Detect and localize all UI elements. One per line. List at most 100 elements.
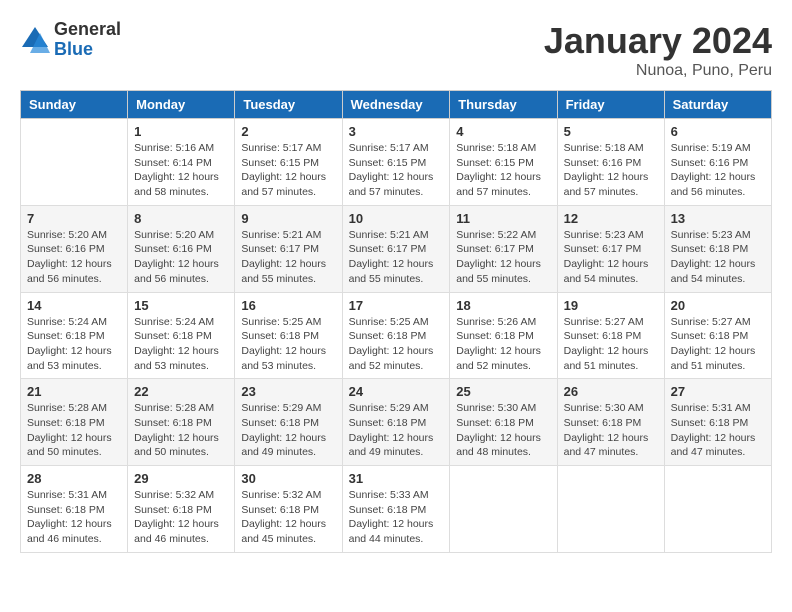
logo: General Blue bbox=[20, 20, 121, 60]
header-day-monday: Monday bbox=[128, 91, 235, 119]
day-info: Sunrise: 5:24 AM Sunset: 6:18 PM Dayligh… bbox=[27, 315, 121, 374]
day-info: Sunrise: 5:29 AM Sunset: 6:18 PM Dayligh… bbox=[241, 401, 335, 460]
header-row: SundayMondayTuesdayWednesdayThursdayFrid… bbox=[21, 91, 772, 119]
day-info: Sunrise: 5:32 AM Sunset: 6:18 PM Dayligh… bbox=[241, 488, 335, 547]
calendar-cell: 25 Sunrise: 5:30 AM Sunset: 6:18 PM Dayli… bbox=[450, 379, 557, 466]
header-day-friday: Friday bbox=[557, 91, 664, 119]
calendar-cell bbox=[664, 466, 771, 553]
day-number: 11 bbox=[456, 211, 550, 226]
day-info: Sunrise: 5:27 AM Sunset: 6:18 PM Dayligh… bbox=[671, 315, 765, 374]
header-day-tuesday: Tuesday bbox=[235, 91, 342, 119]
day-info: Sunrise: 5:18 AM Sunset: 6:15 PM Dayligh… bbox=[456, 141, 550, 200]
calendar-header: SundayMondayTuesdayWednesdayThursdayFrid… bbox=[21, 91, 772, 119]
day-number: 5 bbox=[564, 124, 658, 139]
day-number: 19 bbox=[564, 298, 658, 313]
day-number: 15 bbox=[134, 298, 228, 313]
header-day-sunday: Sunday bbox=[21, 91, 128, 119]
day-info: Sunrise: 5:20 AM Sunset: 6:16 PM Dayligh… bbox=[134, 228, 228, 287]
calendar-cell: 12 Sunrise: 5:23 AM Sunset: 6:17 PM Dayli… bbox=[557, 205, 664, 292]
day-info: Sunrise: 5:33 AM Sunset: 6:18 PM Dayligh… bbox=[349, 488, 444, 547]
day-number: 31 bbox=[349, 471, 444, 486]
week-row-2: 7 Sunrise: 5:20 AM Sunset: 6:16 PM Daylig… bbox=[21, 205, 772, 292]
day-info: Sunrise: 5:24 AM Sunset: 6:18 PM Dayligh… bbox=[134, 315, 228, 374]
day-info: Sunrise: 5:32 AM Sunset: 6:18 PM Dayligh… bbox=[134, 488, 228, 547]
calendar-cell: 11 Sunrise: 5:22 AM Sunset: 6:17 PM Dayli… bbox=[450, 205, 557, 292]
calendar-cell: 18Sunrise: 5:26 AM Sunset: 6:18 PM Dayli… bbox=[450, 292, 557, 379]
calendar-cell: 31 Sunrise: 5:33 AM Sunset: 6:18 PM Dayli… bbox=[342, 466, 450, 553]
day-info: Sunrise: 5:17 AM Sunset: 6:15 PM Dayligh… bbox=[241, 141, 335, 200]
day-info: Sunrise: 5:30 AM Sunset: 6:18 PM Dayligh… bbox=[564, 401, 658, 460]
day-info: Sunrise: 5:30 AM Sunset: 6:18 PM Dayligh… bbox=[456, 401, 550, 460]
day-info: Sunrise: 5:23 AM Sunset: 6:17 PM Dayligh… bbox=[564, 228, 658, 287]
day-number: 26 bbox=[564, 384, 658, 399]
calendar-cell: 7 Sunrise: 5:20 AM Sunset: 6:16 PM Daylig… bbox=[21, 205, 128, 292]
main-title: January 2024 bbox=[544, 20, 772, 62]
day-info: Sunrise: 5:19 AM Sunset: 6:16 PM Dayligh… bbox=[671, 141, 765, 200]
day-number: 27 bbox=[671, 384, 765, 399]
logo-icon bbox=[20, 25, 50, 55]
day-number: 13 bbox=[671, 211, 765, 226]
week-row-4: 21Sunrise: 5:28 AM Sunset: 6:18 PM Dayli… bbox=[21, 379, 772, 466]
calendar-cell: 9Sunrise: 5:21 AM Sunset: 6:17 PM Daylig… bbox=[235, 205, 342, 292]
header-day-wednesday: Wednesday bbox=[342, 91, 450, 119]
calendar-cell: 22 Sunrise: 5:28 AM Sunset: 6:18 PM Dayli… bbox=[128, 379, 235, 466]
day-number: 20 bbox=[671, 298, 765, 313]
day-info: Sunrise: 5:21 AM Sunset: 6:17 PM Dayligh… bbox=[241, 228, 335, 287]
calendar-cell: 6 Sunrise: 5:19 AM Sunset: 6:16 PM Daylig… bbox=[664, 119, 771, 206]
day-number: 2 bbox=[241, 124, 335, 139]
day-info: Sunrise: 5:29 AM Sunset: 6:18 PM Dayligh… bbox=[349, 401, 444, 460]
calendar-cell: 2 Sunrise: 5:17 AM Sunset: 6:15 PM Daylig… bbox=[235, 119, 342, 206]
day-number: 22 bbox=[134, 384, 228, 399]
calendar-body: 1Sunrise: 5:16 AM Sunset: 6:14 PM Daylig… bbox=[21, 119, 772, 553]
title-section: January 2024 Nunoa, Puno, Peru bbox=[544, 20, 772, 80]
calendar-cell: 13Sunrise: 5:23 AM Sunset: 6:18 PM Dayli… bbox=[664, 205, 771, 292]
calendar-cell: 24 Sunrise: 5:29 AM Sunset: 6:18 PM Dayli… bbox=[342, 379, 450, 466]
day-info: Sunrise: 5:31 AM Sunset: 6:18 PM Dayligh… bbox=[671, 401, 765, 460]
day-number: 17 bbox=[349, 298, 444, 313]
day-number: 3 bbox=[349, 124, 444, 139]
day-info: Sunrise: 5:28 AM Sunset: 6:18 PM Dayligh… bbox=[27, 401, 121, 460]
day-info: Sunrise: 5:22 AM Sunset: 6:17 PM Dayligh… bbox=[456, 228, 550, 287]
calendar-table: SundayMondayTuesdayWednesdayThursdayFrid… bbox=[20, 90, 772, 553]
calendar-cell: 14 Sunrise: 5:24 AM Sunset: 6:18 PM Dayli… bbox=[21, 292, 128, 379]
header-day-thursday: Thursday bbox=[450, 91, 557, 119]
day-number: 12 bbox=[564, 211, 658, 226]
day-number: 6 bbox=[671, 124, 765, 139]
week-row-3: 14 Sunrise: 5:24 AM Sunset: 6:18 PM Dayli… bbox=[21, 292, 772, 379]
calendar-cell: 8 Sunrise: 5:20 AM Sunset: 6:16 PM Daylig… bbox=[128, 205, 235, 292]
day-info: Sunrise: 5:25 AM Sunset: 6:18 PM Dayligh… bbox=[349, 315, 444, 374]
day-number: 18 bbox=[456, 298, 550, 313]
day-number: 14 bbox=[27, 298, 121, 313]
calendar-cell bbox=[450, 466, 557, 553]
subtitle: Nunoa, Puno, Peru bbox=[544, 62, 772, 80]
calendar-cell: 17 Sunrise: 5:25 AM Sunset: 6:18 PM Dayli… bbox=[342, 292, 450, 379]
day-number: 24 bbox=[349, 384, 444, 399]
page-header: General Blue January 2024 Nunoa, Puno, P… bbox=[20, 20, 772, 80]
day-info: Sunrise: 5:28 AM Sunset: 6:18 PM Dayligh… bbox=[134, 401, 228, 460]
day-number: 7 bbox=[27, 211, 121, 226]
calendar-cell: 26 Sunrise: 5:30 AM Sunset: 6:18 PM Dayli… bbox=[557, 379, 664, 466]
day-number: 29 bbox=[134, 471, 228, 486]
day-info: Sunrise: 5:21 AM Sunset: 6:17 PM Dayligh… bbox=[349, 228, 444, 287]
week-row-1: 1Sunrise: 5:16 AM Sunset: 6:14 PM Daylig… bbox=[21, 119, 772, 206]
day-info: Sunrise: 5:27 AM Sunset: 6:18 PM Dayligh… bbox=[564, 315, 658, 374]
calendar-cell: 1Sunrise: 5:16 AM Sunset: 6:14 PM Daylig… bbox=[128, 119, 235, 206]
calendar-cell: 29 Sunrise: 5:32 AM Sunset: 6:18 PM Dayli… bbox=[128, 466, 235, 553]
day-info: Sunrise: 5:31 AM Sunset: 6:18 PM Dayligh… bbox=[27, 488, 121, 547]
logo-text: General Blue bbox=[54, 20, 121, 60]
calendar-cell: 15 Sunrise: 5:24 AM Sunset: 6:18 PM Dayli… bbox=[128, 292, 235, 379]
calendar-cell: 4 Sunrise: 5:18 AM Sunset: 6:15 PM Daylig… bbox=[450, 119, 557, 206]
day-number: 4 bbox=[456, 124, 550, 139]
calendar-cell bbox=[21, 119, 128, 206]
header-day-saturday: Saturday bbox=[664, 91, 771, 119]
calendar-cell: 23Sunrise: 5:29 AM Sunset: 6:18 PM Dayli… bbox=[235, 379, 342, 466]
calendar-cell bbox=[557, 466, 664, 553]
calendar-cell: 10Sunrise: 5:21 AM Sunset: 6:17 PM Dayli… bbox=[342, 205, 450, 292]
day-number: 8 bbox=[134, 211, 228, 226]
day-info: Sunrise: 5:20 AM Sunset: 6:16 PM Dayligh… bbox=[27, 228, 121, 287]
week-row-5: 28Sunrise: 5:31 AM Sunset: 6:18 PM Dayli… bbox=[21, 466, 772, 553]
calendar-cell: 21Sunrise: 5:28 AM Sunset: 6:18 PM Dayli… bbox=[21, 379, 128, 466]
day-number: 30 bbox=[241, 471, 335, 486]
calendar-cell: 27 Sunrise: 5:31 AM Sunset: 6:18 PM Dayli… bbox=[664, 379, 771, 466]
day-number: 25 bbox=[456, 384, 550, 399]
